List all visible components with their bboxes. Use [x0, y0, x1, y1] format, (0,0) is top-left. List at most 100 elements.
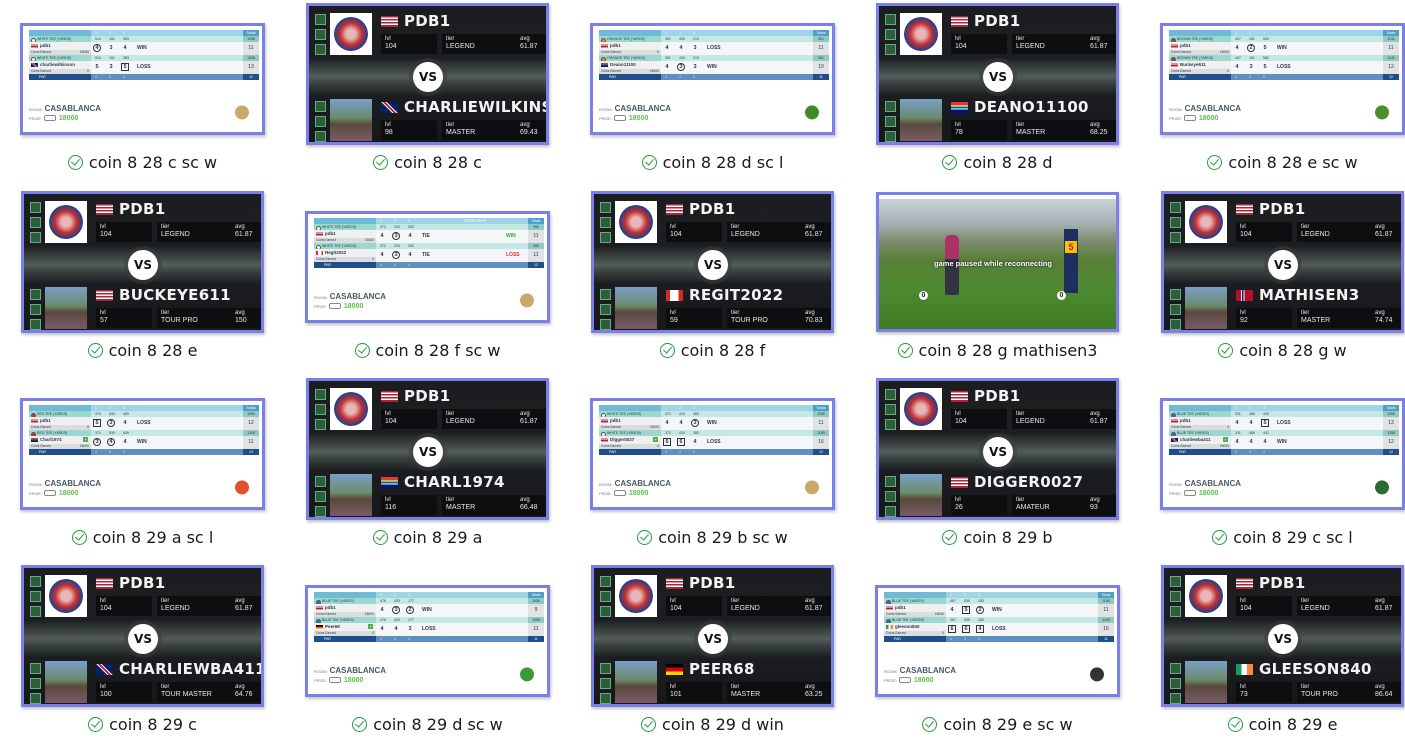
scorecard-table: 1 2 3 TIEBREAKER Totals WHITE TEE (YARDS) 372 2…: [314, 218, 544, 281]
player-name: PDB1: [1236, 574, 1306, 592]
stat-value: 70.83: [805, 317, 823, 324]
gameplay-thumbnail[interactable]: 5 game paused while reconnecting 0 0: [876, 192, 1119, 332]
file-tile[interactable]: PDB1 lvl 104 tier LEGEND avg 61.87 MATHISEN3 lvl…: [1140, 188, 1405, 375]
file-tile[interactable]: 1 2 3 Totals BLUE TEE (YARDS) 467 535 183 1185 pd…: [855, 562, 1140, 749]
player-name: PDB1: [381, 12, 451, 30]
file-tile[interactable]: PDB1 lvl 104 tier LEGEND avg 61.87 CHARLIEWBA41…: [0, 562, 285, 749]
versus-thumbnail[interactable]: PDB1 lvl 104 tier LEGEND avg 61.87 GLEESON840 lv…: [1161, 565, 1404, 707]
file-caption[interactable]: coin 8 28 f: [570, 338, 855, 362]
file-caption[interactable]: coin 8 28 f sc w: [285, 338, 570, 362]
file-tile[interactable]: PDB1 lvl 104 tier LEGEND avg 61.87 GLEESON840 lv…: [1140, 562, 1405, 749]
versus-thumbnail[interactable]: PDB1 lvl 104 tier LEGEND avg 61.87 DEANO11100 lv…: [876, 3, 1119, 145]
versus-thumbnail[interactable]: PDB1 lvl 104 tier LEGEND avg 61.87 DIGGER0027 lv…: [876, 378, 1119, 520]
file-tile[interactable]: 1 2 3 Totals WHITE TEE (YARDS) 514 161 383 1058 p…: [0, 0, 285, 187]
file-tile[interactable]: 1 2 3 TIEBREAKER Totals WHITE TEE (YARDS) 372 2…: [285, 188, 570, 375]
file-tile[interactable]: PDB1 lvl 104 tier LEGEND avg 61.87 DEANO11100 lv…: [855, 0, 1140, 187]
file-caption[interactable]: coin 8 28 d sc l: [570, 150, 855, 174]
file-caption[interactable]: coin 8 28 e: [0, 338, 285, 362]
file-tile[interactable]: PDB1 lvl 104 tier LEGEND avg 61.87 BUCKEYE611 lv…: [0, 188, 285, 375]
file-caption[interactable]: coin 8 28 c: [285, 150, 570, 174]
file-caption[interactable]: coin 8 29 e sc w: [855, 712, 1140, 736]
stat-value: 73: [1240, 691, 1248, 698]
file-tile[interactable]: 1 2 3 Totals WHITE TEE (YARDS) 372 410 383 1165 p…: [570, 375, 855, 562]
versus-thumbnail[interactable]: PDB1 lvl 104 tier LEGEND avg 61.87 REGIT2022 lvl…: [591, 191, 834, 333]
versus-thumbnail[interactable]: PDB1 lvl 104 tier LEGEND avg 61.87 CHARL1974 lvl…: [306, 378, 549, 520]
badge-icon: [30, 591, 41, 602]
scorecard-thumbnail[interactable]: 1 2 3 TIEBREAKER Totals WHITE TEE (YARDS) 372 2…: [305, 211, 550, 323]
country-flag-icon: [1236, 577, 1253, 589]
hole-score: 5: [1263, 45, 1267, 51]
add-friend-icon[interactable]: +: [1223, 437, 1228, 442]
opponent-stat-avg: avg 64.76: [231, 682, 261, 702]
file-caption[interactable]: coin 8 28 d: [855, 150, 1140, 174]
scorecard-thumbnail[interactable]: 1 2 3 Totals BROWN TEE (YARDS) 407 151 583 1141 p…: [1160, 23, 1405, 135]
file-caption[interactable]: coin 8 29 d win: [570, 712, 855, 736]
add-friend-icon[interactable]: +: [83, 437, 88, 442]
file-tile[interactable]: 1 2 3 Totals BROWN TEE (YARDS) 407 151 583 1141 p…: [1140, 0, 1405, 187]
file-caption[interactable]: coin 8 29 a sc l: [0, 525, 285, 549]
coins-earned-label: Coins Earned: [601, 50, 621, 54]
file-caption[interactable]: coin 8 29 e: [1140, 712, 1405, 736]
scorecard-thumbnail[interactable]: 1 2 3 Totals ORANGE TEE (YARDS) 351 400 210 961 p…: [590, 23, 835, 135]
scorecard-thumbnail[interactable]: 1 2 3 Totals BLUE TEE (YARDS) 476 403 177 1056 pd…: [305, 585, 550, 697]
badge-icon: [600, 576, 611, 587]
file-name: coin 8 29 a: [393, 527, 483, 547]
country-flag-icon: [951, 15, 968, 27]
vs-badge: VS: [698, 624, 728, 654]
versus-thumbnail[interactable]: PDB1 lvl 104 tier LEGEND avg 61.87 MATHISEN3 lvl…: [1161, 191, 1404, 333]
hole-par: 3: [109, 75, 111, 79]
file-tile[interactable]: PDB1 lvl 104 tier LEGEND avg 61.87 CHARLIEWILKI…: [285, 0, 570, 187]
versus-thumbnail[interactable]: PDB1 lvl 104 tier LEGEND avg 61.87 PEER68 lvl 101…: [591, 565, 834, 707]
file-tile[interactable]: PDB1 lvl 104 tier LEGEND avg 61.87 REGIT2022 lvl…: [570, 188, 855, 375]
file-caption[interactable]: coin 8 29 b: [855, 525, 1140, 549]
file-caption[interactable]: coin 8 29 b sc w: [570, 525, 855, 549]
player-score-row: Regit2022 Coins Earned 0 4 3 4 TIE LOSS 11: [314, 249, 544, 262]
file-tile[interactable]: 1 2 3 Totals BLUE TEE (YARDS) 331 485 442 1258 pd…: [1140, 375, 1405, 562]
coins-earned-label: Coins Earned: [1171, 69, 1191, 73]
file-tile[interactable]: PDB1 lvl 104 tier LEGEND avg 61.87 PEER68 lvl 101…: [570, 562, 855, 749]
file-caption[interactable]: coin 8 28 e sc w: [1140, 150, 1405, 174]
file-caption[interactable]: coin 8 29 c: [0, 712, 285, 736]
stat-label: avg: [520, 411, 530, 417]
par-row: PAR 4 4 3 11: [884, 636, 1114, 642]
file-caption[interactable]: coin 8 28 c sc w: [0, 150, 285, 174]
file-tile[interactable]: 1 2 3 Totals RED TEE (YARDS) 370 530 409 1309 pdb…: [0, 375, 285, 562]
scorecard-thumbnail[interactable]: 1 2 3 Totals WHITE TEE (YARDS) 514 161 383 1058 p…: [20, 23, 265, 135]
file-caption[interactable]: coin 8 29 c sc l: [1140, 525, 1405, 549]
file-tile[interactable]: 5 game paused while reconnecting 0 0 coin 8 …: [855, 188, 1140, 375]
player-name: Deano11100: [599, 61, 661, 69]
file-caption[interactable]: coin 8 28 g mathisen3: [855, 338, 1140, 362]
versus-thumbnail[interactable]: PDB1 lvl 104 tier LEGEND avg 61.87 CHARLIEWBA41…: [21, 565, 264, 707]
stat-label: avg: [235, 310, 245, 316]
par-row: PAR 4 5 4 13: [29, 449, 259, 455]
file-caption[interactable]: coin 8 29 d sc w: [285, 712, 570, 736]
par-row: PAR 4 4 4 12: [314, 262, 544, 268]
badge-icon: [885, 389, 896, 400]
hole-score: 4: [123, 45, 127, 51]
add-friend-icon[interactable]: +: [368, 624, 373, 629]
hole-score: 3: [392, 606, 400, 614]
scorecard-thumbnail[interactable]: 1 2 3 Totals WHITE TEE (YARDS) 372 410 383 1165 p…: [590, 398, 835, 510]
stat-label: avg: [1090, 122, 1100, 128]
add-friend-icon[interactable]: +: [653, 437, 658, 442]
file-caption[interactable]: coin 8 28 g w: [1140, 338, 1405, 362]
file-tile[interactable]: PDB1 lvl 104 tier LEGEND avg 61.87 CHARL1974 lvl…: [285, 375, 570, 562]
achievement-badges: [30, 202, 41, 247]
file-tile[interactable]: 1 2 3 Totals BLUE TEE (YARDS) 476 403 177 1056 pd…: [285, 562, 570, 749]
scorecard-thumbnail[interactable]: 1 2 3 Totals BLUE TEE (YARDS) 331 485 442 1258 pd…: [1160, 398, 1405, 510]
opponent-stat-lvl: lvl 116: [381, 495, 437, 515]
versus-thumbnail[interactable]: PDB1 lvl 104 tier LEGEND avg 61.87 CHARLIEWILKI…: [306, 3, 549, 145]
player-name: PDB1: [381, 387, 451, 405]
prize-amount: 18000: [1198, 490, 1219, 497]
file-tile[interactable]: PDB1 lvl 104 tier LEGEND avg 61.87 DIGGER0027 lv…: [855, 375, 1140, 562]
versus-thumbnail[interactable]: PDB1 lvl 104 tier LEGEND avg 61.87 BUCKEYE611 lv…: [21, 191, 264, 333]
stat-label: avg: [805, 684, 815, 690]
file-tile[interactable]: 1 2 3 Totals ORANGE TEE (YARDS) 351 400 210 961 p…: [570, 0, 855, 187]
badge-icon: [1170, 693, 1181, 704]
scorecard-thumbnail[interactable]: 1 2 3 Totals RED TEE (YARDS) 370 530 409 1309 pdb…: [20, 398, 265, 510]
achievement-badges: [1170, 202, 1181, 247]
scorecard-thumbnail[interactable]: 1 2 3 Totals BLUE TEE (YARDS) 467 535 183 1185 pd…: [875, 585, 1120, 697]
file-caption[interactable]: coin 8 29 a: [285, 525, 570, 549]
par-label: PAR: [1169, 449, 1231, 455]
achievement-badges: [1170, 289, 1181, 330]
